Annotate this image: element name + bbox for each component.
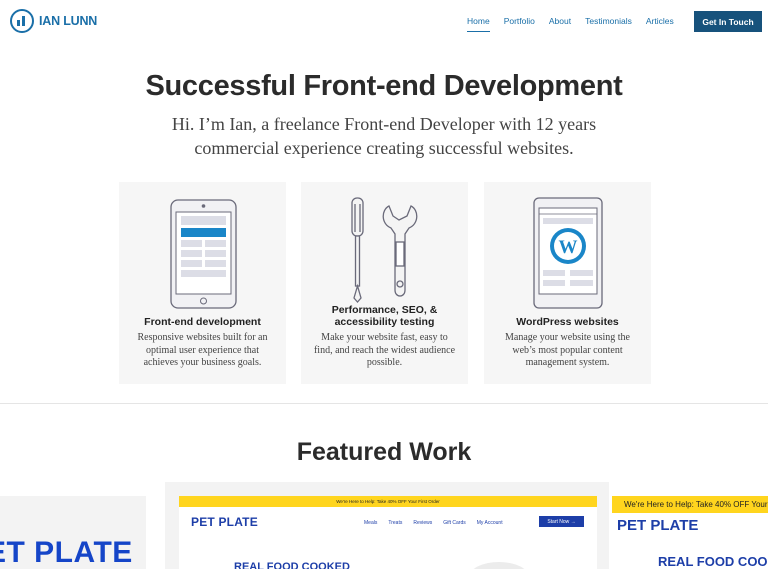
service-title: Front-end development — [144, 316, 261, 328]
service-description: Manage your website using the web’s most… — [505, 332, 630, 368]
nav-testimonials[interactable]: Testimonials — [585, 16, 632, 32]
wordpress-icon: W — [533, 197, 603, 309]
service-description: Responsive websites built for an optimal… — [137, 332, 268, 368]
preview-start-button: Start Now → — [539, 516, 584, 527]
preview-nav-item: My Account — [476, 520, 503, 526]
nav-portfolio[interactable]: Portfolio — [504, 16, 535, 32]
main-nav: Home Portfolio About Testimonials Articl… — [467, 16, 688, 32]
work-preview-left[interactable]: ET PLATE — [0, 496, 146, 569]
service-card-performance: Performance, SEO, & accessibility testin… — [301, 182, 468, 384]
tools-icon — [351, 197, 418, 303]
site-header: IAN LUNN Home Portfolio About Testimonia… — [0, 0, 768, 44]
preview-nav-item: Gift Cards — [443, 520, 466, 526]
nav-articles[interactable]: Articles — [646, 16, 674, 32]
preview-brand-text: ET PLATE — [0, 536, 133, 569]
work-preview-center[interactable]: We're Here to Help: Take 40% OFF Your Fi… — [165, 482, 609, 569]
preview-brand: PET PLATE — [191, 515, 258, 529]
service-title: Performance, SEO, & accessibility testin… — [331, 304, 438, 328]
preview-nav-item: Reviews — [413, 520, 433, 526]
preview-nav-item: Meals — [364, 520, 378, 526]
svg-text:W: W — [559, 237, 578, 258]
tablet-icon — [170, 199, 237, 309]
preview-nav-item: Treats — [388, 520, 403, 526]
preview-headline: REAL FOOD COOKED — [234, 561, 350, 569]
nav-about[interactable]: About — [549, 16, 571, 32]
preview-nav: Meals Treats Reviews Gift Cards My Accou… — [364, 520, 514, 526]
section-divider — [0, 403, 768, 404]
preview-banner: We're Here to Help: Take 40% OFF Your F — [612, 496, 768, 513]
service-card-frontend: Front-end development Responsive website… — [119, 182, 286, 384]
service-title: WordPress websites — [516, 316, 619, 328]
hero-title: Successful Front-end Development — [145, 70, 623, 102]
preview-site: We're Here to Help: Take 40% OFF Your Fi… — [179, 496, 597, 569]
hero-subtitle: Hi. I’m Ian, a freelance Front-end Devel… — [171, 114, 597, 158]
logo-chart-icon — [10, 9, 34, 33]
nav-home[interactable]: Home — [467, 16, 490, 32]
work-preview-right[interactable]: We're Here to Help: Take 40% OFF Your F … — [612, 496, 768, 569]
preview-bowl-image — [469, 562, 529, 569]
preview-brand: PET PLATE — [617, 517, 699, 534]
service-card-wordpress: W WordPress websites Manage your website… — [484, 182, 651, 384]
featured-work-title: Featured Work — [296, 438, 472, 466]
preview-banner: We're Here to Help: Take 40% OFF Your Fi… — [179, 496, 597, 507]
site-logo[interactable]: IAN LUNN — [10, 9, 97, 33]
service-description: Make your website fast, easy to find, an… — [313, 332, 456, 368]
get-in-touch-button[interactable]: Get In Touch — [694, 11, 762, 32]
logo-text: IAN LUNN — [39, 14, 98, 28]
preview-headline: REAL FOOD COOKE — [658, 554, 768, 569]
